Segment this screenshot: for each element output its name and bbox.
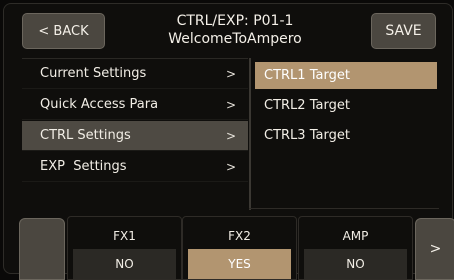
ctrl-target-list: CTRL1 Target CTRL2 Target CTRL3 Target [255, 62, 437, 152]
title-line-2: WelcomeToAmpero [168, 31, 302, 47]
chevron-right-icon: > [225, 128, 236, 143]
chevron-right-icon: > [429, 241, 442, 257]
submenu-item-ctrl1-target[interactable]: CTRL1 Target [255, 62, 437, 89]
submenu-item-ctrl3-target[interactable]: CTRL3 Target [255, 122, 437, 149]
menu-item-quick-access-para[interactable]: Quick Access Para > [22, 90, 248, 120]
title-line-1: CTRL/EXP: P01-1 [176, 13, 294, 29]
chevron-right-icon: > [225, 66, 236, 81]
target-label: FX1 [113, 229, 136, 243]
target-slot-amp[interactable]: AMP NO [298, 216, 413, 280]
menu-item-current-settings[interactable]: Current Settings > [22, 59, 248, 89]
menu-item-label: EXP Settings [40, 159, 127, 174]
target-slot-fx2[interactable]: FX2 YES [182, 216, 297, 280]
next-page-button[interactable]: > [415, 218, 454, 280]
menu-item-label: Quick Access Para [40, 97, 159, 112]
menu-item-label: CTRL Settings [40, 128, 131, 143]
target-label: FX2 [228, 229, 251, 243]
menu-item-label: Current Settings [40, 66, 147, 81]
chevron-right-icon: > [225, 159, 236, 174]
chevron-right-icon: > [225, 97, 236, 112]
bottom-separator [249, 208, 439, 209]
menu-item-exp-settings[interactable]: EXP Settings > [22, 152, 248, 182]
submenu-item-ctrl2-target[interactable]: CTRL2 Target [255, 92, 437, 119]
target-label: AMP [342, 229, 369, 243]
save-button[interactable]: SAVE [371, 13, 436, 49]
prev-page-button[interactable] [19, 218, 65, 280]
panel-divider [249, 58, 251, 210]
settings-menu: Current Settings > Quick Access Para > C… [22, 58, 248, 209]
target-toggle-bar: FX1 NO FX2 YES AMP NO > [0, 212, 454, 280]
page-title: CTRL/EXP: P01-1 WelcomeToAmpero [130, 12, 340, 48]
back-button[interactable]: < BACK [22, 13, 105, 49]
target-slot-fx1[interactable]: FX1 NO [67, 216, 182, 280]
menu-item-ctrl-settings[interactable]: CTRL Settings > [22, 121, 248, 151]
